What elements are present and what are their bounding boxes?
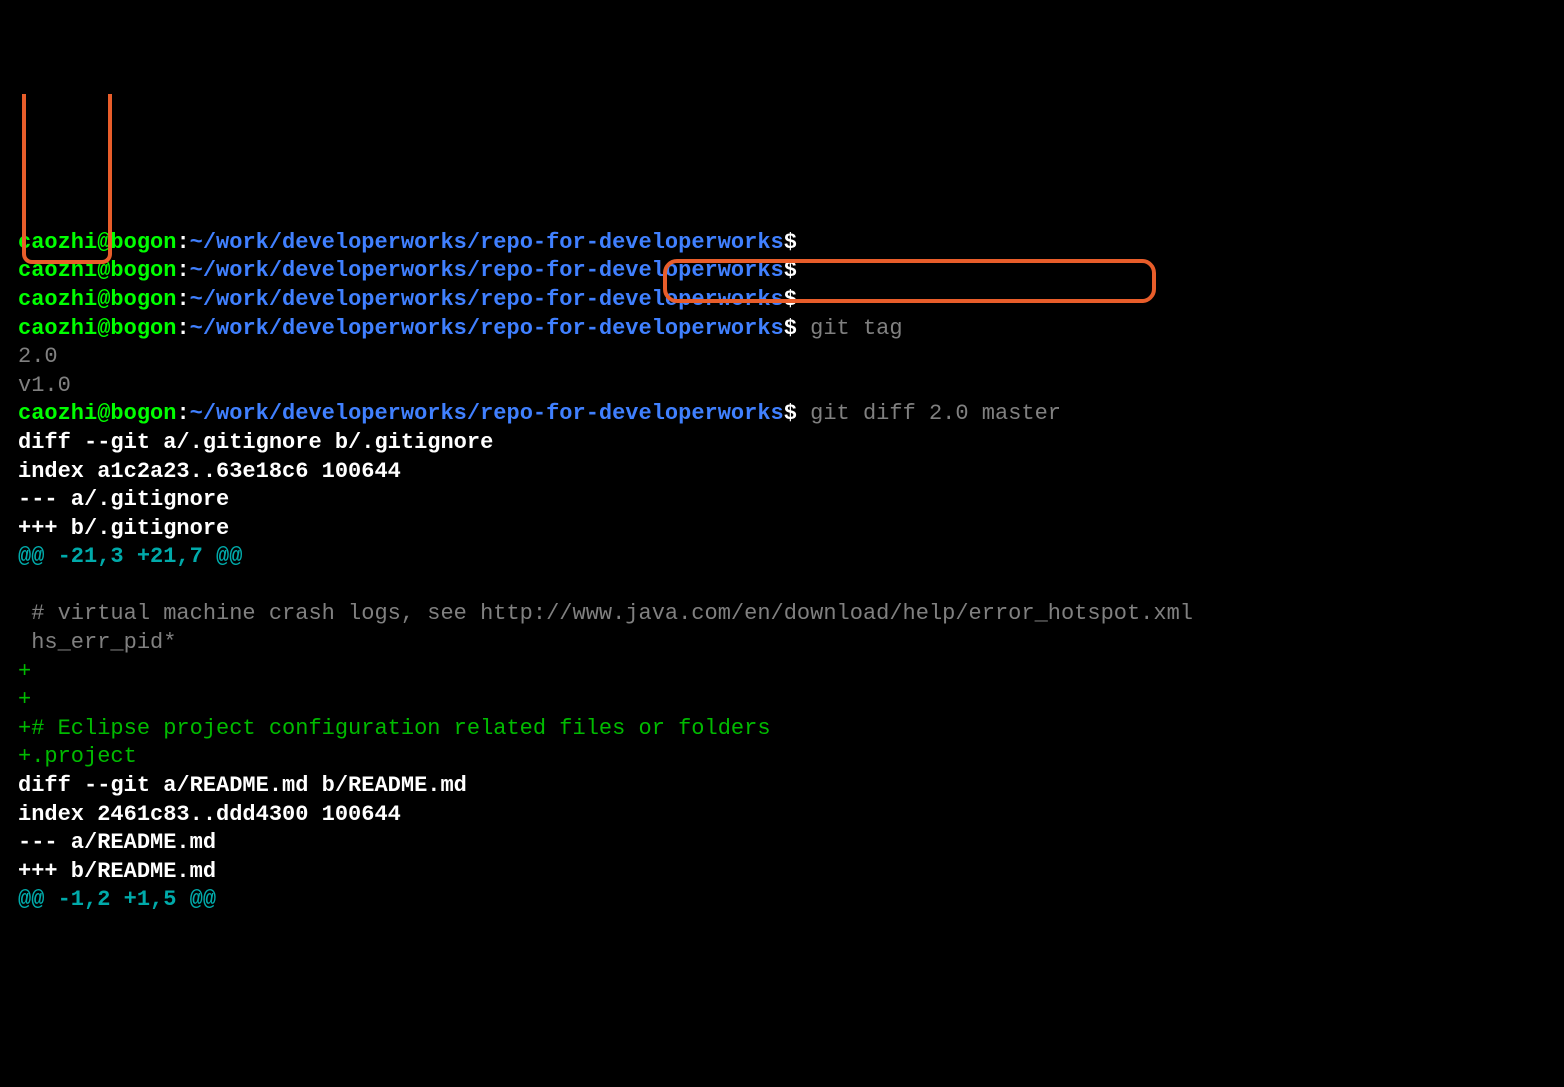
terminal-line-10: +++ b/.gitignore [18, 515, 1546, 544]
diff-header: --- a/.gitignore [18, 487, 229, 512]
terminal-line-18: +.project [18, 743, 1546, 772]
terminal-line-2: caozhi@bogon:~/work/developerworks/repo-… [18, 286, 1546, 315]
terminal-line-22: +++ b/README.md [18, 858, 1546, 887]
terminal-line-7: diff --git a/.gitignore b/.gitignore [18, 429, 1546, 458]
diff-header: diff --git a/README.md b/README.md [18, 773, 467, 798]
terminal-line-9: --- a/.gitignore [18, 486, 1546, 515]
terminal-line-4: 2.0 [18, 343, 1546, 372]
prompt-path: ~/work/developerworks/repo-for-developer… [190, 287, 784, 312]
terminal-line-0: caozhi@bogon:~/work/developerworks/repo-… [18, 229, 1546, 258]
diff-added: +# Eclipse project configuration related… [18, 716, 771, 741]
terminal-line-20: index 2461c83..ddd4300 100644 [18, 801, 1546, 830]
diff-header: index 2461c83..ddd4300 100644 [18, 802, 401, 827]
terminal-line-16: + [18, 686, 1546, 715]
terminal-line-23: @@ -1,2 +1,5 @@ [18, 886, 1546, 915]
output-text: hs_err_pid* [18, 630, 176, 655]
diff-header: +++ b/README.md [18, 859, 216, 884]
output-text: v1.0 [18, 373, 71, 398]
terminal-line-19: diff --git a/README.md b/README.md [18, 772, 1546, 801]
prompt-path: ~/work/developerworks/repo-for-developer… [190, 258, 784, 283]
prompt-colon: : [176, 316, 189, 341]
prompt-path: ~/work/developerworks/repo-for-developer… [190, 401, 784, 426]
prompt-dollar: $ [784, 287, 810, 312]
terminal-line-14: hs_err_pid* [18, 629, 1546, 658]
prompt-colon: : [176, 287, 189, 312]
diff-header: +++ b/.gitignore [18, 516, 229, 541]
output-text: # virtual machine crash logs, see http:/… [18, 601, 1193, 626]
terminal-line-11: @@ -21,3 +21,7 @@ [18, 543, 1546, 572]
prompt-user: caozhi@bogon [18, 316, 176, 341]
prompt-dollar: $ [784, 401, 810, 426]
terminal-line-8: index a1c2a23..63e18c6 100644 [18, 458, 1546, 487]
command-text[interactable]: git tag [810, 316, 902, 341]
diff-hunk: @@ -1,2 +1,5 @@ [18, 887, 216, 912]
prompt-colon: : [176, 230, 189, 255]
terminal-line-15: + [18, 658, 1546, 687]
terminal-line-12 [18, 572, 1546, 601]
terminal-line-5: v1.0 [18, 372, 1546, 401]
prompt-path: ~/work/developerworks/repo-for-developer… [190, 230, 784, 255]
terminal-line-3: caozhi@bogon:~/work/developerworks/repo-… [18, 315, 1546, 344]
command-text[interactable]: git diff 2.0 master [810, 401, 1061, 426]
terminal-output: caozhi@bogon:~/work/developerworks/repo-… [18, 114, 1546, 943]
diff-header: diff --git a/.gitignore b/.gitignore [18, 430, 493, 455]
prompt-dollar: $ [784, 258, 810, 283]
diff-added: + [18, 659, 31, 684]
prompt-user: caozhi@bogon [18, 287, 176, 312]
output-text: 2.0 [18, 344, 58, 369]
prompt-dollar: $ [784, 316, 810, 341]
diff-added: + [18, 687, 31, 712]
prompt-user: caozhi@bogon [18, 258, 176, 283]
output-text [18, 573, 31, 598]
diff-header: index a1c2a23..63e18c6 100644 [18, 459, 401, 484]
diff-added: +.project [18, 744, 137, 769]
prompt-user: caozhi@bogon [18, 401, 176, 426]
diff-hunk: @@ -21,3 +21,7 @@ [18, 544, 242, 569]
terminal-line-6: caozhi@bogon:~/work/developerworks/repo-… [18, 400, 1546, 429]
terminal-line-1: caozhi@bogon:~/work/developerworks/repo-… [18, 257, 1546, 286]
prompt-colon: : [176, 401, 189, 426]
terminal-line-13: # virtual machine crash logs, see http:/… [18, 600, 1546, 629]
prompt-colon: : [176, 258, 189, 283]
prompt-path: ~/work/developerworks/repo-for-developer… [190, 316, 784, 341]
terminal-line-17: +# Eclipse project configuration related… [18, 715, 1546, 744]
terminal-line-21: --- a/README.md [18, 829, 1546, 858]
prompt-user: caozhi@bogon [18, 230, 176, 255]
prompt-dollar: $ [784, 230, 810, 255]
diff-header: --- a/README.md [18, 830, 216, 855]
